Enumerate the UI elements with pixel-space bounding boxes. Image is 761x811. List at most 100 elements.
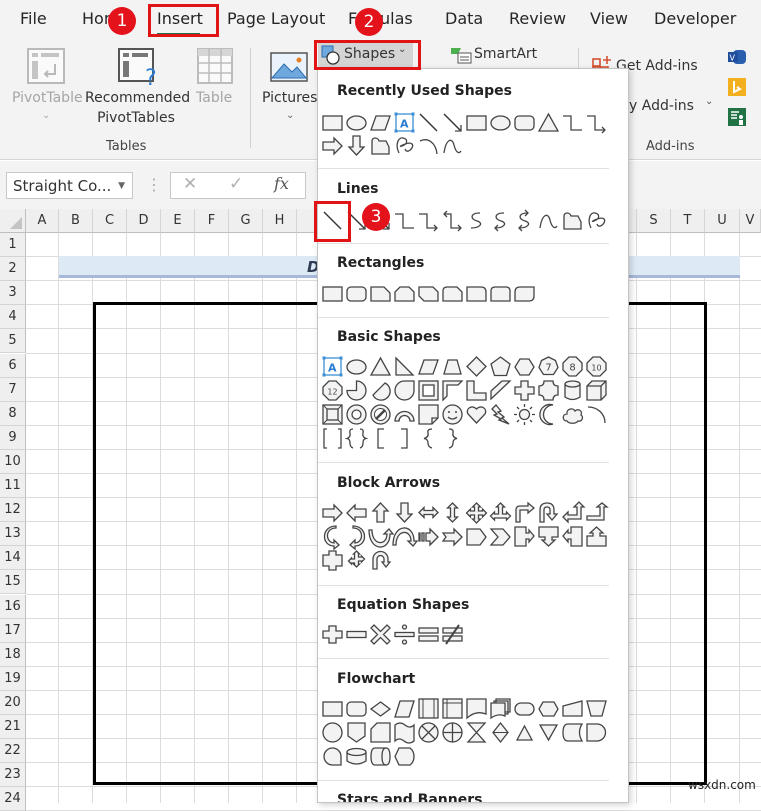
shape-quadcallout-icon[interactable] — [345, 549, 368, 572]
shape-smiley-icon[interactable] — [441, 403, 464, 426]
shape-fcmerge-icon[interactable] — [537, 721, 560, 744]
shape-fcdisplay-icon[interactable] — [393, 745, 416, 768]
shape-curvup-icon[interactable] — [368, 525, 395, 548]
row-header[interactable]: 6 — [0, 353, 26, 378]
shape-snipdiag-icon[interactable] — [417, 282, 440, 305]
shape-rnd1-icon[interactable] — [465, 282, 488, 305]
shape-curvdown-icon[interactable] — [392, 525, 419, 548]
shape-larrow-icon[interactable] — [345, 501, 368, 524]
shape-scurve-icon[interactable] — [537, 209, 560, 232]
shape-leftup-icon[interactable] — [561, 501, 586, 524]
shape-para-icon[interactable] — [369, 111, 392, 134]
shape-fcstored-icon[interactable] — [561, 721, 584, 744]
shape-fcmanualop-icon[interactable] — [585, 697, 608, 720]
shape-curve-icon[interactable] — [465, 209, 488, 232]
shape-textbox-icon[interactable]: A — [321, 355, 344, 378]
shape-triangle-icon[interactable] — [537, 111, 560, 134]
tab-developer[interactable]: Developer — [654, 9, 736, 28]
shape-uturn-icon[interactable] — [537, 501, 560, 524]
table-button[interactable]: Table — [192, 46, 238, 116]
shape-cube-icon[interactable] — [585, 379, 608, 402]
shape-pie-icon[interactable] — [345, 379, 368, 402]
shape-freeform-icon[interactable] — [369, 134, 392, 157]
row-header[interactable]: 4 — [0, 305, 26, 330]
column-header[interactable]: C — [93, 209, 127, 233]
bing-maps-icon[interactable] — [728, 78, 746, 96]
column-header[interactable]: H — [263, 209, 297, 233]
shape-circarrow-icon[interactable] — [369, 549, 392, 572]
visio-icon[interactable]: V — [727, 48, 747, 66]
shape-rbracket-icon[interactable] — [393, 427, 416, 450]
shape-rnddiag-icon[interactable] — [513, 282, 536, 305]
shape-teardrop-icon[interactable] — [393, 379, 416, 402]
shape-sniprnd-icon[interactable] — [441, 282, 464, 305]
shape-scurve-icon[interactable] — [441, 134, 464, 157]
shape-bentarrow-icon[interactable] — [513, 501, 536, 524]
shape-rarrow-icon[interactable] — [321, 134, 344, 157]
select-all-corner[interactable] — [0, 209, 26, 233]
row-header[interactable]: 13 — [0, 522, 26, 547]
row-header[interactable]: 3 — [0, 281, 26, 306]
shape-fcdirect-icon[interactable] — [369, 745, 392, 768]
shape-textbox-icon[interactable]: A — [393, 111, 416, 134]
row-header[interactable]: 14 — [0, 546, 26, 571]
shape-nosymbol-icon[interactable] — [369, 403, 392, 426]
shape-blockarc-icon[interactable] — [393, 403, 416, 426]
shape-chord-icon[interactable] — [369, 379, 392, 402]
shape-trap-icon[interactable] — [441, 355, 464, 378]
shape-fcprep-icon[interactable] — [537, 697, 560, 720]
shape-para-icon[interactable] — [417, 355, 440, 378]
column-header[interactable]: A — [26, 209, 59, 233]
shape-uarrow-icon[interactable] — [369, 501, 392, 524]
shape-fcconnector-icon[interactable] — [321, 721, 344, 744]
my-addins-button[interactable]: y Add-ins ⌄ — [629, 96, 719, 120]
shape-dcallout-icon[interactable] — [537, 525, 560, 548]
column-header[interactable]: V — [740, 209, 761, 233]
pictures-button[interactable]: Pictures ⌄ — [260, 46, 318, 126]
row-header[interactable]: 2 — [0, 257, 26, 282]
shape-sun-icon[interactable] — [513, 403, 536, 426]
row-header[interactable]: 18 — [0, 642, 26, 667]
shape-bevel-icon[interactable] — [321, 403, 344, 426]
tab-formulas-end[interactable]: ulas — [380, 9, 413, 28]
shape-udcallout-icon[interactable] — [321, 549, 344, 572]
column-header[interactable]: D — [127, 209, 161, 233]
shape-fcextract-icon[interactable] — [513, 721, 536, 744]
shape-stripedarrow-icon[interactable] — [417, 525, 440, 548]
shape-halfframe-icon[interactable] — [441, 379, 464, 402]
row-header[interactable]: 24 — [0, 787, 26, 811]
shape-arrowline-icon[interactable] — [441, 111, 464, 134]
shape-line-icon[interactable] — [417, 111, 440, 134]
shape-snip1-icon[interactable] — [369, 282, 392, 305]
shape-dblbracket-icon[interactable] — [321, 427, 344, 450]
shape-scribble-icon[interactable] — [585, 209, 608, 232]
shape-fcpredef-icon[interactable] — [417, 697, 440, 720]
shape-fcdecision-icon[interactable] — [369, 697, 392, 720]
name-box-dropdown-icon[interactable]: ▼ — [118, 181, 125, 191]
shape-curvedbl-icon[interactable] — [513, 209, 536, 232]
recommended-pivottables-button[interactable]: ? Recommended PivotTables — [85, 46, 190, 126]
tab-review[interactable]: Review — [509, 9, 566, 28]
column-header[interactable]: G — [229, 209, 263, 233]
shape-scribble-icon[interactable] — [393, 134, 416, 157]
shape-rarrow-icon[interactable] — [321, 501, 344, 524]
shape-rrect-icon[interactable] — [345, 282, 368, 305]
drag-handle-icon[interactable]: ⋮ — [146, 175, 162, 194]
pivottable-button[interactable]: PivotTable ⌄ — [10, 46, 83, 126]
shape-oval-icon[interactable] — [345, 355, 368, 378]
name-box[interactable]: Straight Co... ▼ — [6, 172, 133, 199]
row-header[interactable]: 19 — [0, 666, 26, 691]
row-header[interactable]: 22 — [0, 739, 26, 764]
row-header[interactable]: 20 — [0, 690, 26, 715]
shape-fcdata-icon[interactable] — [393, 697, 416, 720]
shape-darrow-icon[interactable] — [393, 501, 416, 524]
row-header[interactable]: 1 — [0, 233, 26, 258]
tab-file[interactable]: File — [20, 9, 47, 28]
shape-plus-icon[interactable] — [321, 623, 344, 646]
tab-data[interactable]: Data — [445, 9, 483, 28]
shape-rect-icon[interactable] — [321, 111, 344, 134]
shape-num7-icon[interactable]: 7 — [537, 355, 560, 378]
shape-num12-icon[interactable]: 12 — [321, 379, 344, 402]
shape-num10-icon[interactable]: 10 — [585, 355, 608, 378]
people-graph-icon[interactable] — [728, 108, 746, 126]
